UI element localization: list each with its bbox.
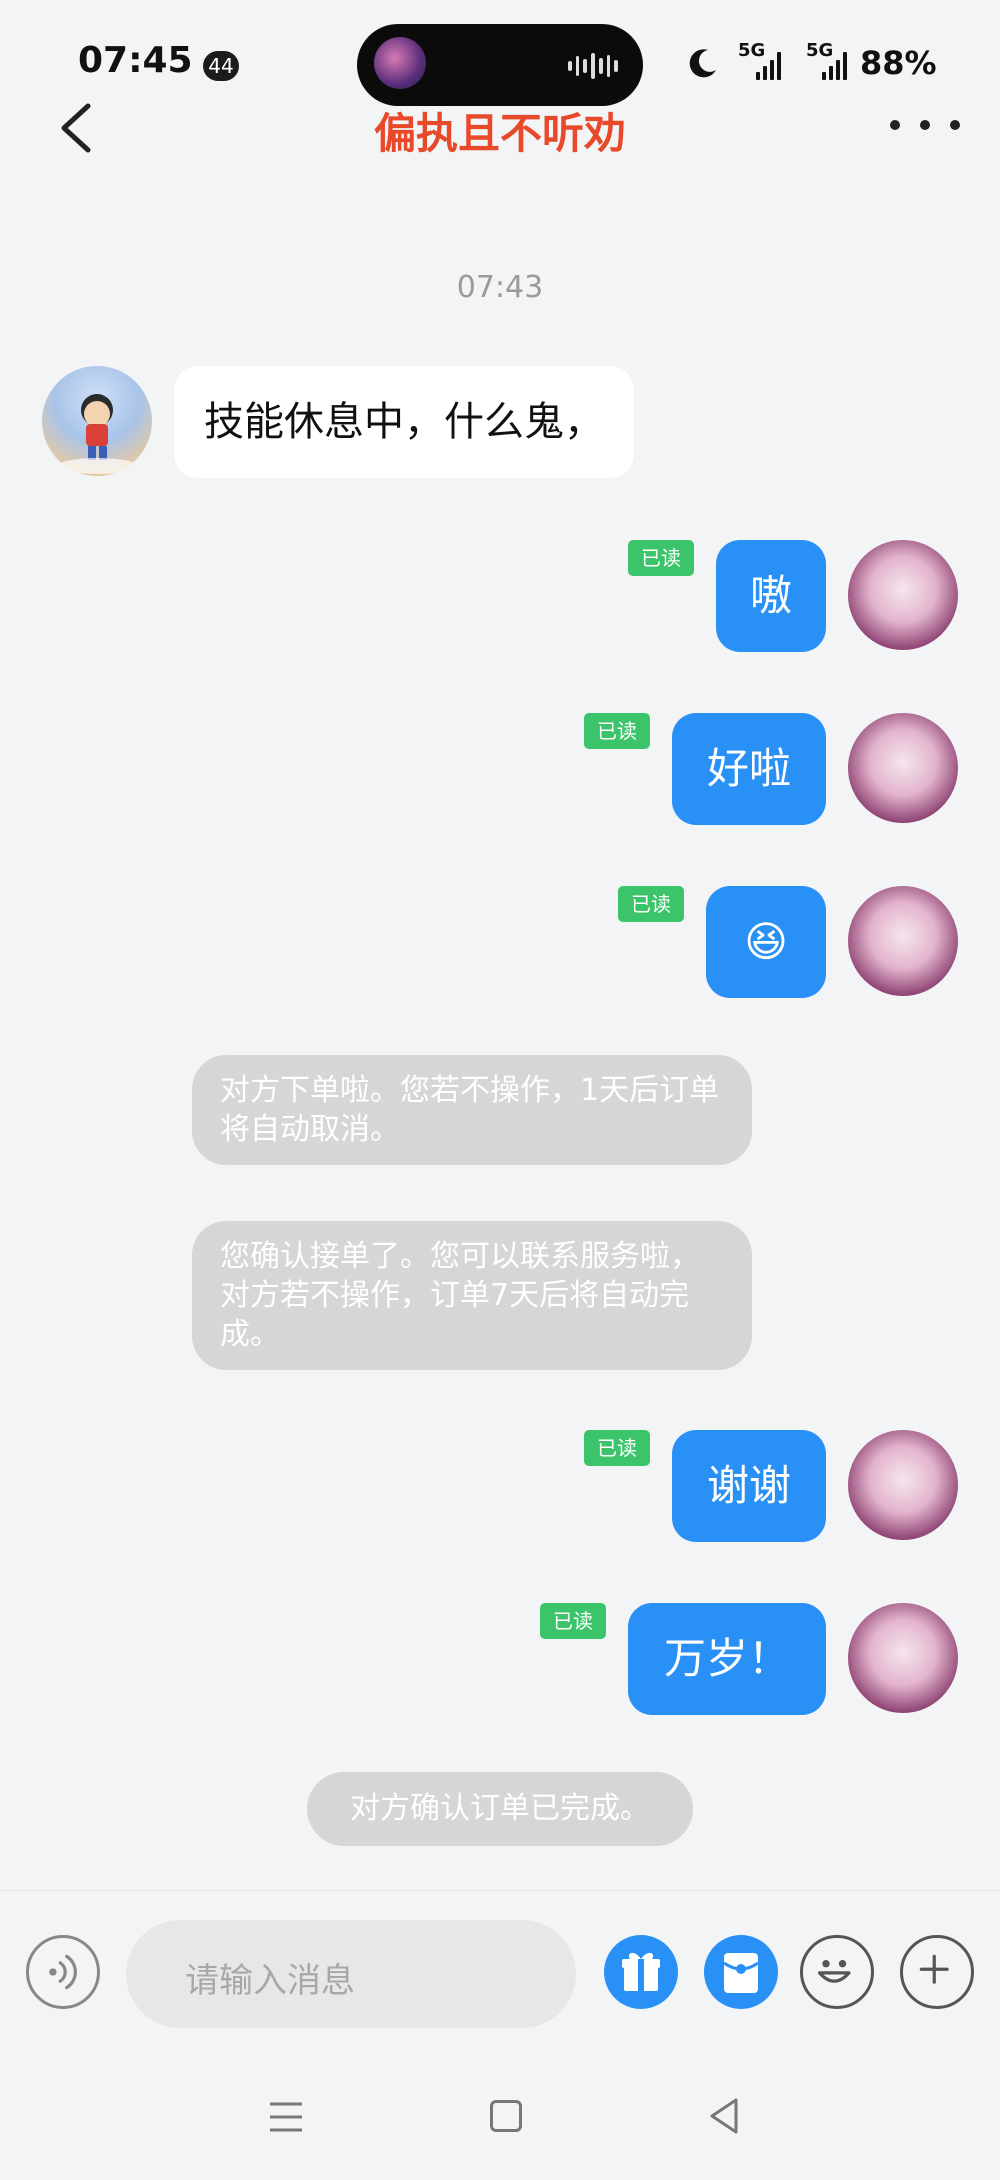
- system-notice-text: 对方下单啦。您若不操作，1天后订单将自动取消。: [220, 1073, 720, 1147]
- emoji-button[interactable]: [800, 1935, 874, 2009]
- battery-level: 88%: [860, 44, 937, 82]
- read-receipt-badge: 已读: [628, 540, 694, 576]
- read-receipt-badge: 已读: [584, 1430, 650, 1466]
- signal-bars-2-icon: [822, 50, 847, 80]
- signal-bars-1-icon: [756, 50, 781, 80]
- read-receipt-badge: 已读: [540, 1603, 606, 1639]
- gift-icon: [622, 1952, 660, 1991]
- audio-wave-icon: [568, 52, 619, 80]
- plus-icon: [919, 1954, 949, 1984]
- message-bubble-outgoing[interactable]: 嗷: [716, 540, 826, 652]
- system-back-icon[interactable]: [708, 2097, 740, 2135]
- message-bubble-outgoing[interactable]: 谢谢: [672, 1430, 826, 1542]
- my-avatar[interactable]: [848, 540, 958, 650]
- now-playing-thumbnail: [374, 37, 426, 89]
- emoji-message-bubble[interactable]: 😆: [706, 886, 826, 998]
- red-packet-icon: [723, 1953, 759, 1993]
- message-bubble-outgoing[interactable]: 好啦: [672, 713, 826, 825]
- read-receipt-badge: 已读: [584, 713, 650, 749]
- emoji-icon: [817, 1960, 851, 1983]
- contact-avatar[interactable]: [42, 366, 152, 476]
- message-bubble-outgoing[interactable]: 万岁！: [628, 1603, 826, 1715]
- system-notice: 对方确认订单已完成。: [307, 1772, 693, 1846]
- message-input-placeholder: 请输入消息: [185, 1961, 355, 2001]
- system-notice: 对方下单啦。您若不操作，1天后订单将自动取消。: [192, 1055, 752, 1165]
- system-notice-text: 对方确认订单已完成。: [350, 1791, 650, 1826]
- read-receipt-badge: 已读: [618, 886, 684, 922]
- voice-icon: [49, 1954, 77, 1990]
- notification-count-badge: 44: [203, 51, 239, 81]
- gift-button[interactable]: [604, 1935, 678, 2009]
- system-notice-text: 您确认接单了。您可以联系服务啦，对方若不操作，订单7天后将自动完成。: [220, 1239, 700, 1352]
- voice-input-button[interactable]: [26, 1935, 100, 2009]
- message-bubble-incoming[interactable]: 技能休息中，什么鬼，: [174, 366, 634, 478]
- system-notice: 您确认接单了。您可以联系服务啦，对方若不操作，订单7天后将自动完成。: [192, 1221, 752, 1370]
- my-avatar[interactable]: [848, 713, 958, 823]
- status-time: 07:45: [78, 40, 193, 81]
- more-options-icon[interactable]: [890, 110, 960, 140]
- grinning-squint-emoji: 😆: [744, 917, 788, 966]
- more-functions-button[interactable]: [900, 1935, 974, 2009]
- red-packet-button[interactable]: [704, 1935, 778, 2009]
- home-icon[interactable]: [490, 2100, 522, 2132]
- recent-apps-icon[interactable]: [268, 2100, 304, 2134]
- my-avatar[interactable]: [848, 1430, 958, 1540]
- message-timestamp: 07:43: [456, 270, 544, 305]
- my-avatar[interactable]: [848, 1603, 958, 1713]
- chat-title: 偏执且不听劝: [373, 109, 626, 158]
- do-not-disturb-moon-icon: [689, 49, 716, 78]
- my-avatar[interactable]: [848, 886, 958, 996]
